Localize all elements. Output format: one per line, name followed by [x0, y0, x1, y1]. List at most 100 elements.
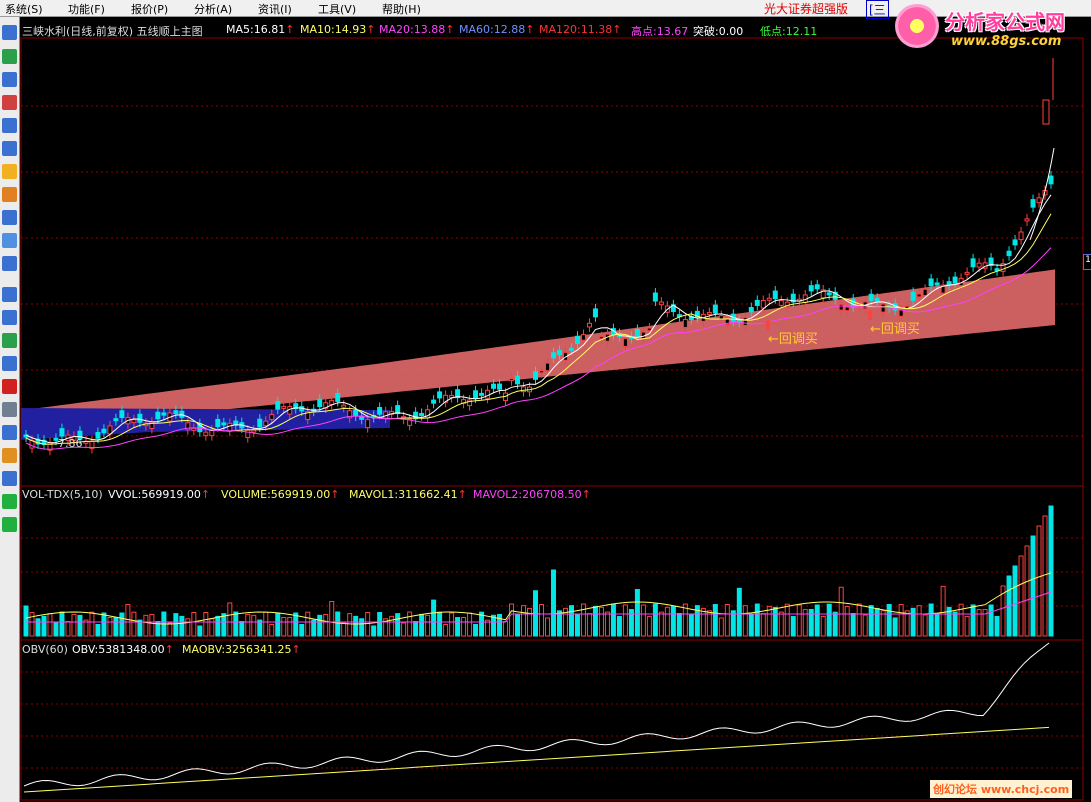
- candle-body: [131, 419, 137, 424]
- candle-body: [59, 428, 65, 437]
- volume-bar: [71, 613, 77, 637]
- vol-header: VOL-TDX(5,10): [22, 488, 103, 501]
- pullback-buy-label-2: ←回调买: [870, 322, 920, 337]
- candle-body: [203, 431, 209, 437]
- candle-body: [119, 410, 125, 419]
- volume-bar: [485, 619, 491, 637]
- volume-bar: [359, 618, 365, 637]
- candle-body: [263, 420, 269, 427]
- volume-bar: [634, 588, 640, 637]
- candle-body: [191, 427, 197, 431]
- stock-title: 三峡水利(日线,前复权) 五线顺上主图: [22, 25, 203, 38]
- volume-bar: [47, 613, 53, 637]
- volume-bar: [467, 612, 473, 637]
- low-price-label: 7.86: [58, 437, 83, 450]
- ma5-label: MA5:16.81↑: [226, 23, 295, 36]
- candle-body: [1018, 231, 1024, 241]
- volume-bar: [922, 614, 928, 637]
- volume-bar: [275, 612, 281, 637]
- volume-bar: [910, 607, 916, 637]
- volume-bar: [497, 613, 503, 637]
- volume-bar: [509, 603, 515, 637]
- volume-bar: [670, 605, 676, 637]
- candle-body: [491, 383, 497, 389]
- candle-body: [880, 303, 886, 313]
- volume-bar: [1012, 565, 1018, 637]
- candle-body: [335, 393, 341, 402]
- candle-body: [377, 406, 383, 415]
- ma5-tail: [1029, 147, 1055, 241]
- candle-body: [257, 418, 263, 428]
- candle-body: [580, 334, 586, 341]
- volume-bar: [173, 613, 179, 637]
- volume-bar: [706, 610, 712, 637]
- volume-bar: [1048, 505, 1054, 637]
- volume-bar: [299, 623, 305, 637]
- volume-bar: [503, 620, 509, 637]
- candle-body: [497, 383, 503, 390]
- candle-body: [844, 306, 850, 312]
- volume-bar: [808, 608, 814, 637]
- volume-bar: [886, 604, 892, 637]
- candle-body: [515, 375, 521, 385]
- volume-bar: [341, 622, 347, 637]
- volume-bar: [41, 615, 47, 637]
- candle-body: [161, 412, 167, 416]
- volume-bar: [994, 615, 1000, 637]
- candle-body: [281, 405, 287, 409]
- volume-bar: [880, 610, 886, 637]
- candle-body: [1042, 99, 1050, 125]
- candle-body: [766, 297, 772, 301]
- volume-bar: [239, 621, 245, 637]
- candle-body: [868, 293, 874, 301]
- volume-bar: [916, 605, 922, 637]
- kline-chart[interactable]: ⬆⬆: [0, 0, 1091, 802]
- volume-bar: [35, 618, 41, 637]
- volume-bar: [233, 611, 239, 637]
- volume-bar: [676, 612, 682, 637]
- candle-body: [748, 307, 754, 313]
- volume-bar: [820, 615, 826, 637]
- volume-bar: [95, 623, 101, 637]
- candle-body: [622, 337, 628, 347]
- candle-body: [814, 284, 820, 290]
- candle-body: [1048, 175, 1054, 185]
- volume-bar: [616, 616, 622, 637]
- volume-bar: [107, 617, 113, 637]
- volume-bar: [730, 610, 736, 637]
- volume-bar: [646, 615, 652, 637]
- candle-body: [970, 258, 976, 268]
- volume-bar: [209, 618, 215, 637]
- vvol-label: VVOL:569919.00↑: [108, 488, 211, 501]
- volume-bar: [928, 603, 934, 637]
- volume-bar: [568, 605, 574, 637]
- volume-bar: [760, 613, 766, 637]
- candle-body: [1030, 199, 1036, 208]
- volume-bar: [544, 617, 550, 637]
- volume-bar: [89, 611, 95, 637]
- candle-body: [934, 282, 940, 286]
- volume-bar: [724, 603, 730, 637]
- volume-bar: [1018, 555, 1024, 637]
- candle-body: [850, 298, 856, 308]
- volume-bar: [335, 611, 341, 637]
- candle-body: [712, 304, 718, 314]
- volume-bar: [281, 617, 287, 637]
- candle-body: [760, 299, 766, 309]
- candle-body: [269, 414, 275, 420]
- candle-body: [341, 404, 347, 408]
- volume-bar: [850, 612, 856, 637]
- volume-bar: [131, 611, 137, 637]
- candle-body: [586, 322, 592, 328]
- volume-bar: [640, 604, 646, 637]
- candle-body: [772, 290, 778, 300]
- volume-bar: [772, 606, 778, 637]
- volume-bar: [143, 614, 149, 637]
- candle-body: [808, 285, 814, 292]
- candle-body: [1024, 218, 1030, 222]
- volume-bar: [592, 605, 598, 637]
- volume-bar: [491, 614, 497, 637]
- candle-body: [598, 336, 604, 340]
- volume-bar: [832, 611, 838, 637]
- candle-body: [1012, 239, 1018, 246]
